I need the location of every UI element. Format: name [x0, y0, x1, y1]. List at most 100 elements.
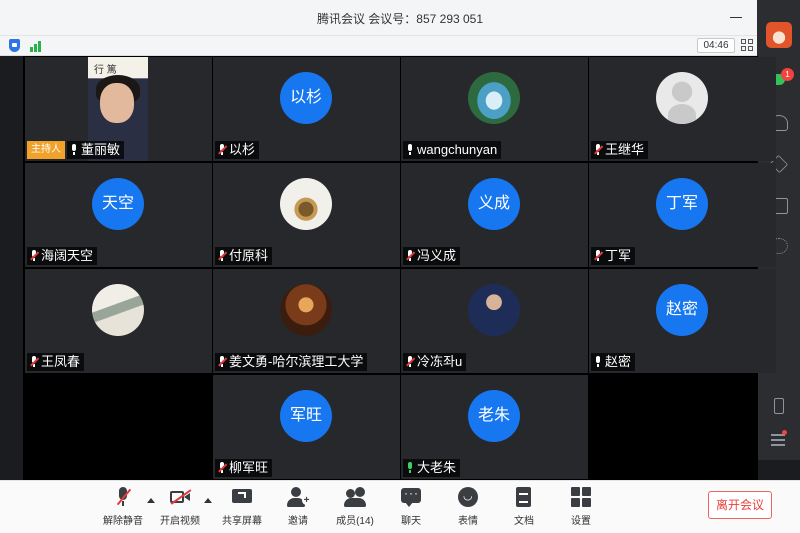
security-shield-icon[interactable]	[9, 39, 20, 52]
settings-label: 设置	[571, 516, 591, 527]
default-avatar	[656, 72, 708, 124]
share-screen-icon	[231, 487, 253, 507]
participant-name: 赵密	[605, 354, 632, 369]
participant-name: 丁军	[605, 248, 632, 263]
participant-name: 海阔天空	[41, 248, 94, 263]
participant-name-tag: 以杉	[215, 141, 260, 159]
invite-button[interactable]: + 邀请	[268, 487, 328, 531]
initials-avatar: 老朱	[468, 390, 520, 442]
profile-photo	[280, 284, 332, 336]
microphone-muted-icon	[594, 144, 603, 156]
chat-label: 聊天	[401, 516, 421, 527]
profile-photo	[92, 284, 144, 336]
members-label: 成员(14)	[336, 516, 374, 527]
participant-name: 王凤春	[41, 354, 81, 369]
network-signal-icon[interactable]	[30, 39, 44, 52]
members-button[interactable]: 成员(14)	[325, 487, 385, 531]
initials-avatar: 以杉	[280, 72, 332, 124]
microphone-muted-icon	[218, 462, 227, 474]
participant-name-tag: 王继华	[591, 141, 649, 159]
microphone-muted-icon	[594, 250, 603, 262]
start-video-label: 开启视频	[160, 516, 200, 527]
participant-name: wangchunyan	[417, 142, 498, 157]
participant-tile[interactable]: 姜文勇-哈尔滨理工大学	[213, 269, 400, 373]
participant-name: 王继华	[605, 142, 645, 157]
participant-tile[interactable]: 行 篤 主持人 董丽敏	[25, 57, 212, 161]
menu-icon[interactable]	[771, 430, 787, 446]
meeting-timer: 04:46	[697, 38, 735, 53]
participant-tile[interactable]: 天空 海阔天空	[25, 163, 212, 267]
participant-name: 董丽敏	[81, 142, 121, 157]
participant-name-tag: 丁军	[591, 247, 636, 265]
share-screen-label: 共享屏幕	[222, 516, 262, 527]
video-options-caret-icon[interactable]	[204, 498, 212, 503]
participant-name-tag: 付原科	[215, 247, 273, 265]
initials-avatar: 义成	[468, 178, 520, 230]
minimize-button[interactable]	[727, 8, 745, 26]
participant-name-tag: 王凤春	[27, 353, 85, 371]
profile-photo	[468, 72, 520, 124]
start-video-button[interactable]: 开启视频	[150, 487, 210, 531]
document-icon	[513, 487, 535, 507]
window-title: 腾讯会议 会议号：857 293 051	[316, 12, 484, 26]
profile-photo	[468, 284, 520, 336]
unmute-button[interactable]: 解除静音	[93, 487, 153, 531]
microphone-muted-icon	[30, 356, 39, 368]
phone-icon[interactable]	[774, 398, 784, 414]
participant-tile[interactable]: 王继华	[589, 57, 776, 161]
participant-name-tag: 董丽敏	[67, 141, 125, 159]
participant-name: 冷冻좌u	[417, 354, 463, 369]
microphone-muted-icon	[218, 144, 227, 156]
invite-label: 邀请	[288, 516, 308, 527]
invite-person-icon: +	[287, 487, 311, 507]
microphone-muted-icon	[406, 356, 415, 368]
unmute-label: 解除静音	[103, 516, 143, 527]
microphone-active-icon	[406, 462, 414, 474]
documents-button[interactable]: 文档	[494, 487, 554, 531]
microphone-icon	[406, 144, 414, 156]
documents-label: 文档	[514, 516, 534, 527]
participant-tile[interactable]: 冷冻좌u	[401, 269, 588, 373]
participant-tile[interactable]: 丁军 丁军	[589, 163, 776, 267]
microphone-icon	[70, 144, 78, 156]
settings-button[interactable]: 设置	[551, 487, 611, 531]
participant-name: 姜文勇-哈尔滨理工大学	[229, 354, 364, 369]
video-grid: 行 篤 主持人 董丽敏 以杉 以杉 wangchunyan 王继华 天空 海阔天…	[23, 56, 776, 480]
reactions-button[interactable]: 表情	[438, 487, 498, 531]
initials-avatar: 军旺	[280, 390, 332, 442]
title-bar: 腾讯会议 会议号：857 293 051	[0, 0, 800, 36]
participant-name: 柳军旺	[229, 460, 269, 475]
chat-bubble-icon	[400, 486, 422, 507]
members-icon	[344, 487, 366, 507]
participant-tile[interactable]: 军旺 柳军旺	[213, 375, 400, 479]
chat-button[interactable]: 聊天	[381, 486, 441, 531]
participant-name: 付原科	[229, 248, 269, 263]
meeting-window: 腾讯会议 会议号：857 293 051 04:46 1 行 篤 主持人 董丽敏…	[0, 0, 800, 533]
participant-name-tag: 冷冻좌u	[403, 353, 467, 371]
participant-tile[interactable]: wangchunyan	[401, 57, 588, 161]
settings-grid-icon	[570, 487, 592, 507]
participant-tile[interactable]: 老朱 大老朱	[401, 375, 588, 479]
microphone-muted-icon	[218, 250, 227, 262]
participant-name-tag: 冯义成	[403, 247, 461, 265]
participant-name-tag: 海阔天空	[27, 247, 98, 265]
participant-name: 以杉	[229, 142, 256, 157]
leave-meeting-button[interactable]: 离开会议	[708, 491, 772, 519]
participant-tile[interactable]: 义成 冯义成	[401, 163, 588, 267]
participant-tile[interactable]: 以杉 以杉	[213, 57, 400, 161]
participant-tile[interactable]: 赵密 赵密	[589, 269, 776, 373]
microphone-muted-icon	[406, 250, 415, 262]
view-layout-icon[interactable]	[741, 39, 754, 52]
participant-name-tag: 赵密	[591, 353, 636, 371]
profile-photo	[280, 178, 332, 230]
user-avatar[interactable]	[766, 22, 792, 48]
initials-avatar: 天空	[92, 178, 144, 230]
menu-notification-dot	[782, 430, 787, 435]
share-screen-button[interactable]: 共享屏幕	[212, 487, 272, 531]
participant-tile[interactable]: 王凤春	[25, 269, 212, 373]
microphone-muted-icon	[30, 250, 39, 262]
reactions-label: 表情	[458, 516, 478, 527]
smiley-icon	[457, 487, 479, 507]
participant-tile[interactable]: 付原科	[213, 163, 400, 267]
chat-unread-badge: 1	[781, 68, 794, 81]
